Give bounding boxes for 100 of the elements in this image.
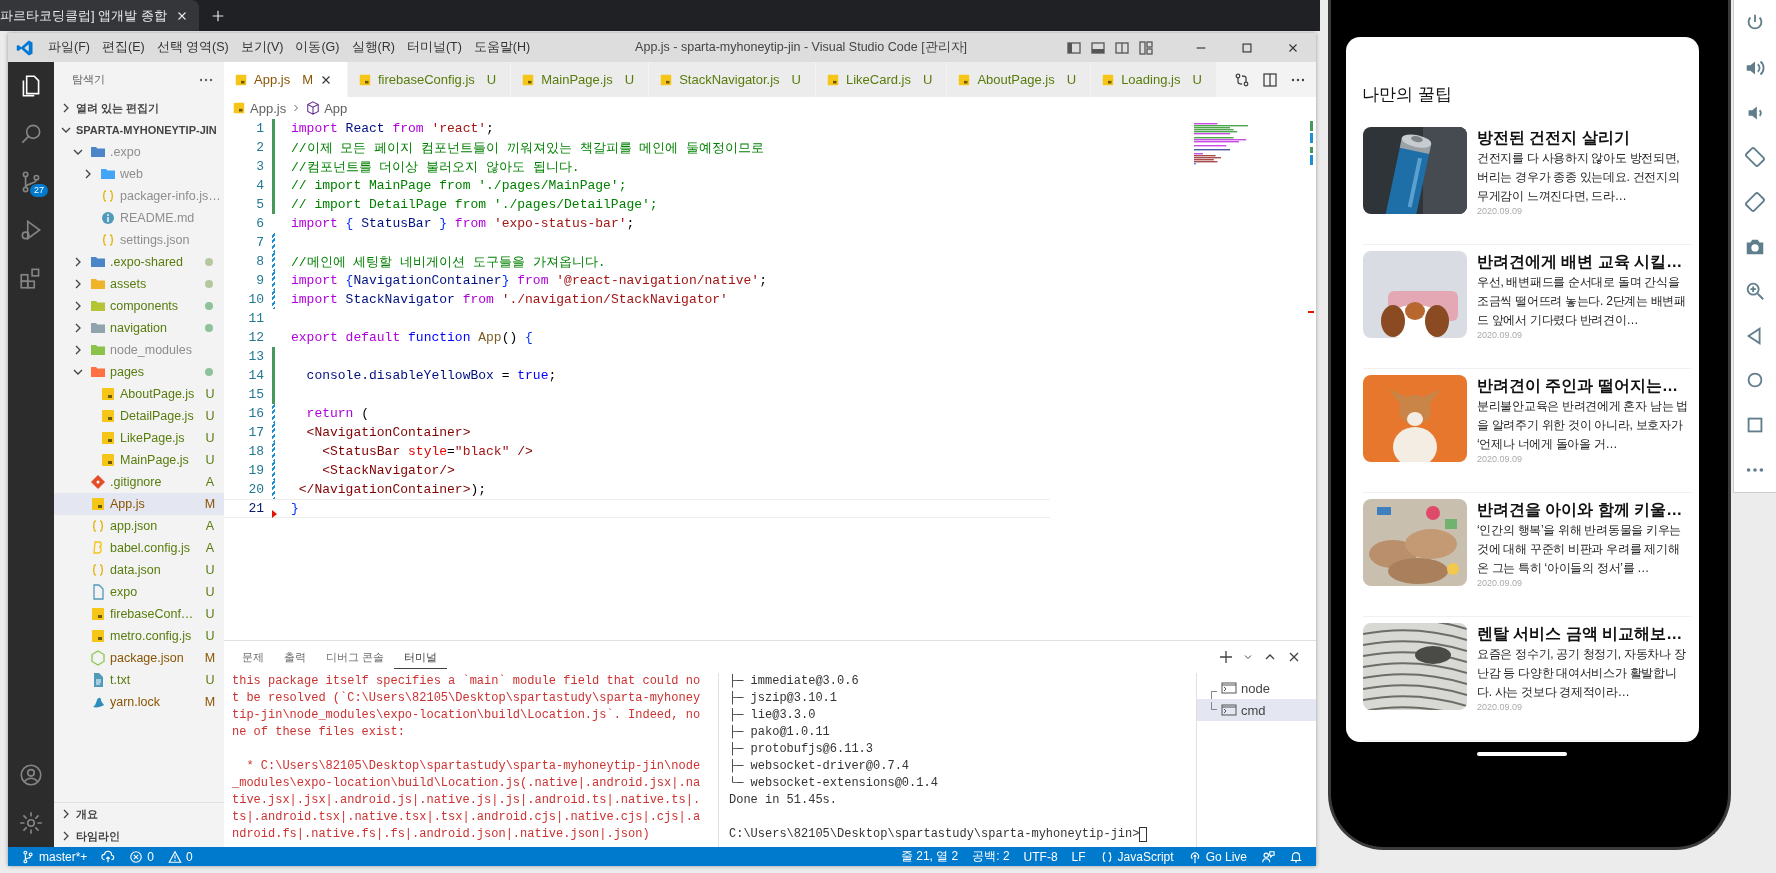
menu-item[interactable]: 보기(V): [234, 39, 290, 56]
account-icon[interactable]: [18, 762, 44, 788]
file-item[interactable]: AboutPage.js U: [54, 383, 224, 405]
status-item[interactable]: 0: [122, 849, 162, 864]
panel-toggle-icon[interactable]: [1090, 39, 1106, 56]
code-line: import {NavigationContainer} from '@react-navigation/native';: [291, 273, 767, 288]
editor-tab[interactable]: MainPage.js U: [511, 62, 650, 97]
folder-item[interactable]: assets: [54, 273, 224, 295]
file-item[interactable]: App.js M: [54, 493, 224, 515]
editor-tab[interactable]: AboutPage.js U: [947, 62, 1092, 97]
folder-item[interactable]: node_modules: [54, 339, 224, 361]
browser-tab[interactable]: 파르타코딩클럽] 앱개발 종합: [0, 0, 199, 31]
new-tab-icon[interactable]: [210, 8, 225, 23]
folder-icon: [90, 276, 106, 292]
tip-title[interactable]: 렌탈 서비스 금액 비교해보…: [1477, 623, 1691, 645]
file-item[interactable]: t.txt U: [54, 669, 224, 691]
terminal-line: ├─ protobufjs@6.11.3: [729, 741, 874, 758]
feedback-icon[interactable]: [1261, 849, 1275, 864]
file-item[interactable]: data.json U: [54, 559, 224, 581]
status-item[interactable]: LF: [1064, 849, 1093, 864]
tip-title[interactable]: 방전된 건전지 살리기: [1477, 127, 1691, 149]
rotate-right-icon[interactable]: [1744, 190, 1766, 213]
folder-item[interactable]: navigation: [54, 317, 224, 339]
file-item[interactable]: babel.config.js A: [54, 537, 224, 559]
editor-tab[interactable]: StackNavigator.js U: [649, 62, 816, 97]
folder-icon: [90, 298, 106, 314]
file-item[interactable]: README.md: [54, 207, 224, 229]
plus-icon[interactable]: [1218, 649, 1234, 665]
breadcrumb-item[interactable]: App.js: [250, 100, 287, 116]
menu-item[interactable]: 편집(E): [95, 39, 151, 56]
panel-tab[interactable]: 디버그 콘솔: [316, 645, 395, 669]
file-item[interactable]: packager-info.js…: [54, 185, 224, 207]
menu-item[interactable]: 도움말(H): [467, 39, 537, 56]
file-item[interactable]: settings.json: [54, 229, 224, 251]
warning-icon: [168, 849, 183, 864]
breadcrumb-item[interactable]: App: [324, 100, 348, 116]
braces-file-icon: [90, 562, 106, 578]
file-item[interactable]: app.json A: [54, 515, 224, 537]
bell-icon[interactable]: [1289, 849, 1303, 864]
status-item[interactable]: 공백: 2: [965, 848, 1017, 865]
file-item[interactable]: metro.config.js U: [54, 625, 224, 647]
file-item[interactable]: .gitignore A: [54, 471, 224, 493]
section-header[interactable]: 열려 있는 편집기: [54, 97, 224, 119]
editor-tab[interactable]: Loading.js U: [1091, 62, 1217, 97]
folder-item[interactable]: components: [54, 295, 224, 317]
code-line: }: [291, 501, 299, 516]
folder-item[interactable]: .expo-shared: [54, 251, 224, 273]
status-item[interactable]: JavaScript: [1092, 849, 1181, 864]
section-header[interactable]: 타임라인: [54, 825, 224, 847]
line-number: 14: [247, 368, 264, 383]
file-item[interactable]: expo U: [54, 581, 224, 603]
status-item[interactable]: master*+: [14, 849, 95, 864]
compare-changes-icon[interactable]: [1234, 71, 1250, 88]
section-header[interactable]: 개요: [54, 803, 224, 825]
file-item[interactable]: MainPage.js U: [54, 449, 224, 471]
tip-title[interactable]: 반려견을 아이와 함께 키울…: [1477, 499, 1691, 521]
folder-item[interactable]: .expo: [54, 141, 224, 163]
status-item[interactable]: Go Live: [1180, 849, 1254, 864]
menu-item[interactable]: 파일(F): [42, 39, 96, 56]
customize-layout-icon[interactable]: [1138, 39, 1154, 56]
tip-title[interactable]: 반려견이 주인과 떨어지는…: [1477, 375, 1691, 397]
file-item[interactable]: yarn.lock M: [54, 691, 224, 713]
menu-item[interactable]: 실행(R): [345, 39, 401, 56]
js-file-icon: [1101, 72, 1116, 87]
folder-item[interactable]: pages: [54, 361, 224, 383]
sidebar-toggle-icon[interactable]: [1066, 39, 1082, 56]
panel-tab[interactable]: 터미널: [394, 645, 448, 669]
split-layout-icon[interactable]: [1114, 39, 1130, 56]
js-file-icon: [232, 101, 246, 115]
editor-tab[interactable]: firebaseConfig.js U: [348, 62, 512, 97]
menu-item[interactable]: 선택 영역(S): [150, 39, 235, 56]
section-header[interactable]: SPARTA-MYHONEYTIP-JIN: [54, 119, 224, 141]
tip-title[interactable]: 반려견에게 배변 교육 시킬…: [1477, 251, 1691, 273]
terminal-item[interactable]: cmd: [1197, 699, 1316, 721]
file-item[interactable]: package.json M: [54, 647, 224, 669]
file-item[interactable]: firebaseConf… U: [54, 603, 224, 625]
panel-tab[interactable]: 문제: [232, 645, 274, 669]
menu-item[interactable]: 터미널(T): [400, 39, 468, 56]
rotate-left-icon[interactable]: [1744, 146, 1766, 169]
editor-tab[interactable]: LikeCard.js U: [815, 62, 948, 97]
zoom-in-icon[interactable]: [1744, 280, 1766, 303]
file-item[interactable]: DetailPage.js U: [54, 405, 224, 427]
sync-icon[interactable]: [101, 849, 116, 864]
panel-tab[interactable]: 출력: [274, 645, 316, 669]
folder-item[interactable]: web: [54, 163, 224, 185]
file-item[interactable]: LikePage.js U: [54, 427, 224, 449]
menu-item[interactable]: 이동(G): [289, 39, 346, 56]
settings-icon[interactable]: [18, 810, 44, 836]
code-line: <StackNavigator/>: [321, 463, 455, 478]
editor-tab[interactable]: App.js M: [224, 62, 348, 97]
js-file-icon: [100, 452, 116, 468]
status-item[interactable]: 줄 21, 열 2: [893, 848, 966, 865]
maximize-icon[interactable]: [1240, 40, 1254, 55]
js-file-icon: [521, 72, 536, 87]
status-item[interactable]: UTF-8: [1016, 849, 1065, 864]
status-item[interactable]: 0: [161, 849, 200, 864]
terminal-item[interactable]: node: [1197, 677, 1316, 699]
code-line: //컴포넌트를 더이상 불러오지 않아도 됩니다.: [291, 158, 580, 176]
split-editor-icon[interactable]: [1262, 71, 1278, 88]
line-number: 11: [247, 311, 264, 326]
